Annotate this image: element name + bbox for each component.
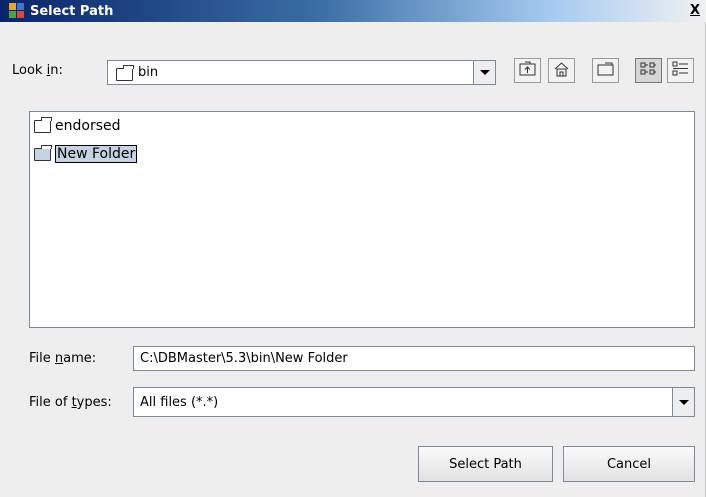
- list-view-icon: [640, 61, 657, 80]
- list-item[interactable]: endorsed: [34, 116, 121, 136]
- cancel-button[interactable]: Cancel: [563, 446, 695, 482]
- chevron-down-icon: [479, 70, 490, 75]
- file-types-label: File of types:: [29, 395, 112, 410]
- home-icon: [553, 61, 570, 81]
- app-icon: [9, 3, 25, 19]
- folder-icon: [116, 64, 134, 81]
- file-types-dropdown-button[interactable]: [672, 388, 694, 416]
- select-path-dialog: Select Path X Look in: bin endorsed New …: [0, 0, 706, 497]
- file-types-value: All files (*.*): [140, 394, 219, 410]
- new-folder-icon: [597, 62, 614, 80]
- look-in-label: Look in:: [12, 63, 63, 78]
- file-name-input[interactable]: C:\DBMaster\5.3\bin\New Folder: [133, 346, 695, 371]
- chevron-down-icon: [678, 399, 689, 405]
- list-item[interactable]: New Folder: [34, 144, 138, 164]
- title-bar[interactable]: Select Path X: [0, 0, 706, 22]
- folder-up-icon: [519, 61, 536, 80]
- up-one-level-button[interactable]: [514, 58, 541, 83]
- file-name: endorsed: [55, 118, 121, 134]
- select-path-button[interactable]: Select Path: [418, 446, 553, 482]
- look-in-combo[interactable]: bin: [107, 60, 496, 85]
- details-view-icon: [672, 61, 689, 80]
- look-in-dropdown-button[interactable]: [473, 61, 495, 84]
- new-folder-button[interactable]: [592, 58, 619, 83]
- file-types-combo[interactable]: All files (*.*): [133, 387, 695, 417]
- list-view-button[interactable]: [635, 58, 662, 83]
- file-name-label: File name:: [29, 351, 97, 366]
- folder-icon: [34, 116, 52, 133]
- rename-field[interactable]: New Folder: [55, 145, 138, 163]
- look-in-value: bin: [138, 65, 159, 80]
- window-title: Select Path: [30, 3, 114, 19]
- file-list[interactable]: endorsed New Folder: [29, 111, 695, 328]
- close-button[interactable]: X: [687, 3, 703, 19]
- details-view-button[interactable]: [667, 58, 694, 83]
- home-button[interactable]: [548, 58, 575, 83]
- folder-icon: [34, 144, 52, 161]
